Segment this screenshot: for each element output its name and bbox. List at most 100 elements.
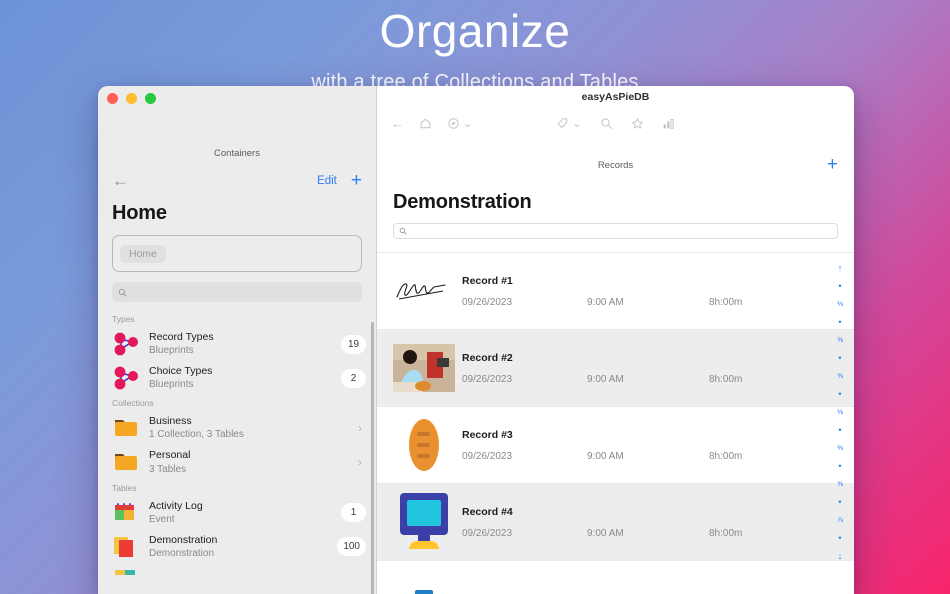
folder-icon	[112, 449, 140, 475]
sidebar-item-record-types[interactable]: Record Types Blueprints 19	[98, 327, 376, 361]
record-time: 9:00 AM	[587, 297, 709, 308]
search-icon	[118, 288, 127, 297]
bar-chart-icon[interactable]	[662, 117, 675, 130]
sidebar-item-subtitle: Blueprints	[149, 344, 332, 357]
index-marker[interactable]: •	[838, 458, 841, 475]
home-icon[interactable]	[419, 117, 432, 130]
breadcrumb-item-home[interactable]: Home	[120, 245, 166, 263]
minimize-button[interactable]	[126, 93, 137, 104]
sidebar-scrollbar[interactable]	[371, 322, 374, 594]
index-marker[interactable]: ⅛	[837, 296, 843, 313]
sidebar-item-partial[interactable]	[98, 564, 376, 594]
back-arrow-icon[interactable]: ←	[112, 172, 129, 189]
tag-icon[interactable]: ⌄	[556, 117, 581, 130]
maximize-button[interactable]	[145, 93, 156, 104]
index-marker[interactable]: •	[838, 530, 841, 547]
index-scroll-up[interactable]: ↑	[838, 260, 843, 277]
index-marker[interactable]: ⅜	[837, 332, 843, 349]
sidebar-item-title: Choice Types	[149, 365, 332, 378]
add-container-button[interactable]: +	[351, 171, 362, 190]
sidebar-item-subtitle: Demonstration	[149, 547, 328, 560]
chevron-down-icon[interactable]: ⌄	[572, 117, 581, 130]
record-date: 09/26/2023	[462, 451, 587, 462]
record-duration: 8h:00m	[709, 297, 742, 308]
table-row[interactable]: Record #3 09/26/2023 9:00 AM 8h:00m	[377, 406, 854, 483]
bread-icon	[391, 407, 456, 483]
window-traffic-lights	[107, 93, 156, 104]
table-row[interactable]	[377, 560, 854, 594]
main-section-label: Records	[377, 138, 854, 171]
index-marker[interactable]: ⅝	[837, 476, 843, 493]
close-button[interactable]	[107, 93, 118, 104]
sidebar-action-bar: ← Edit +	[98, 159, 376, 190]
monitor-icon	[391, 484, 456, 560]
blueprint-nodes-icon	[112, 331, 140, 357]
window-titlebar: easyAsPieDB	[377, 86, 854, 108]
chevron-right-icon: ›	[358, 455, 366, 469]
records-index-rail[interactable]: ↑ • ⅛ • ⅜ • ⅝ • ⅛ • ⅜ • ⅝ • ⅞ • ↓	[831, 260, 849, 594]
index-marker[interactable]: ⅛	[837, 404, 843, 421]
sidebar-item-demonstration[interactable]: Demonstration Demonstration 100	[98, 530, 376, 564]
record-duration: 8h:00m	[709, 374, 742, 385]
photo-thumb	[391, 330, 456, 406]
chevron-down-icon[interactable]: ⌄	[463, 117, 472, 130]
index-scroll-down[interactable]: ↓	[838, 548, 843, 565]
sidebar-item-business[interactable]: Business 1 Collection, 3 Tables ›	[98, 411, 376, 445]
record-duration: 8h:00m	[709, 451, 742, 462]
window-title: easyAsPieDB	[582, 91, 650, 103]
records-search-input[interactable]	[393, 223, 838, 239]
record-duration: 8h:00m	[709, 528, 742, 539]
sidebar-item-title: Record Types	[149, 331, 332, 344]
sidebar-list: Types Record Types Blueprints	[98, 302, 376, 594]
sidebar-item-choice-types[interactable]: Choice Types Blueprints 2	[98, 361, 376, 395]
record-time: 9:00 AM	[587, 528, 709, 539]
breadcrumb[interactable]: Home	[112, 235, 362, 272]
record-time: 9:00 AM	[587, 451, 709, 462]
index-marker[interactable]: •	[838, 494, 841, 511]
add-record-button[interactable]: +	[827, 155, 838, 174]
section-label-tables: Tables	[98, 480, 376, 496]
calendar-icon	[112, 500, 140, 526]
compass-icon[interactable]: ⌄	[447, 117, 472, 130]
record-date: 09/26/2023	[462, 297, 587, 308]
index-marker[interactable]: ⅞	[837, 512, 843, 529]
sidebar-item-title: Personal	[149, 449, 349, 462]
record-name: Record #3	[462, 429, 820, 441]
chevron-right-icon: ›	[358, 421, 366, 435]
index-marker[interactable]: •	[838, 350, 841, 367]
main-panel: easyAsPieDB ← ⌄	[377, 86, 854, 594]
partial-record-icon	[391, 561, 456, 594]
index-marker[interactable]: •	[838, 278, 841, 295]
records-list: Record #1 09/26/2023 9:00 AM 8h:00m	[377, 252, 854, 594]
hero-title: Organize	[0, 0, 950, 54]
sidebar-item-activity-log[interactable]: Activity Log Event 1	[98, 496, 376, 530]
sidebar-item-subtitle: Blueprints	[149, 378, 332, 391]
star-icon[interactable]	[631, 117, 644, 130]
table-row[interactable]: Record #4 09/26/2023 9:00 AM 8h:00m	[377, 483, 854, 560]
index-marker[interactable]: •	[838, 422, 841, 439]
record-date: 09/26/2023	[462, 374, 587, 385]
section-label-collections: Collections	[98, 395, 376, 411]
back-arrow-icon[interactable]: ←	[391, 116, 404, 131]
cards-icon	[112, 534, 140, 560]
index-marker[interactable]: ⅜	[837, 440, 843, 457]
sidebar-item-personal[interactable]: Personal 3 Tables ›	[98, 445, 376, 479]
sidebar-item-subtitle: Event	[149, 513, 332, 526]
sidebar-item-subtitle: 1 Collection, 3 Tables	[149, 428, 349, 441]
app-window: Containers ← Edit + Home Home Types	[98, 86, 854, 594]
edit-button[interactable]: Edit	[317, 175, 337, 187]
search-icon[interactable]	[600, 117, 613, 130]
record-name: Record #1	[462, 275, 820, 287]
table-row[interactable]: Record #2 09/26/2023 9:00 AM 8h:00m	[377, 329, 854, 406]
index-marker[interactable]: •	[838, 386, 841, 403]
index-marker[interactable]: •	[838, 314, 841, 331]
folder-icon	[112, 568, 140, 594]
table-row[interactable]: Record #1 09/26/2023 9:00 AM 8h:00m	[377, 252, 854, 329]
index-marker[interactable]: ⅝	[837, 368, 843, 385]
sidebar-item-badge: 2	[341, 369, 366, 388]
record-name: Record #2	[462, 352, 820, 364]
sidebar: Containers ← Edit + Home Home Types	[98, 86, 377, 594]
sidebar-item-title: Demonstration	[149, 534, 328, 547]
sidebar-item-subtitle: 3 Tables	[149, 463, 349, 476]
sidebar-search-input[interactable]	[112, 282, 362, 302]
